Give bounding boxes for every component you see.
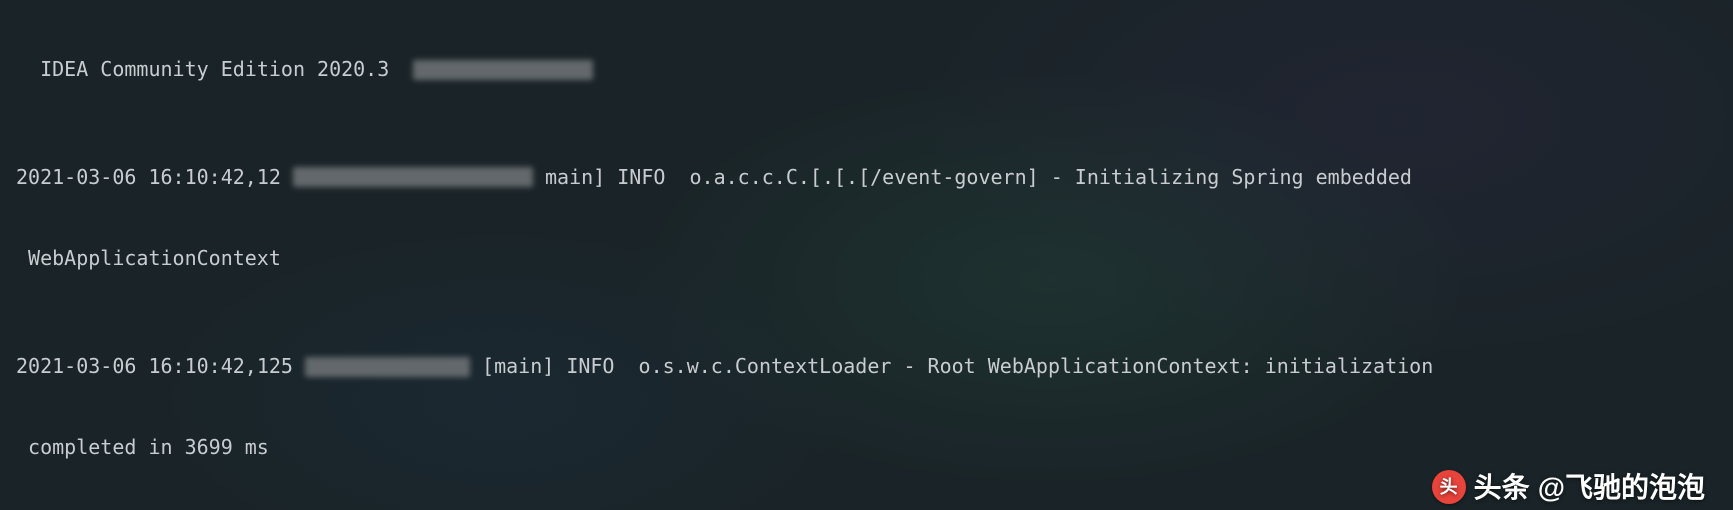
ide-title-fragment: IDEA Community Edition 2020.3 <box>16 56 1717 83</box>
log-text: 2021-03-06 16:10:42,12 <box>16 165 281 189</box>
title-text: IDEA Community Edition 2020.3 <box>40 57 389 81</box>
redacted-block <box>413 60 593 80</box>
log-line-continuation: completed in 3699 ms <box>16 434 1717 461</box>
log-text: main] INFO o.a.c.c.C.[.[.[/event-govern]… <box>545 165 1412 189</box>
redacted-block <box>293 167 533 187</box>
console-output: IDEA Community Edition 2020.3 2021-03-06… <box>0 0 1733 510</box>
redacted-block <box>305 357 470 377</box>
log-line: 2021-03-06 16:10:42,12 main] INFO o.a.c.… <box>16 164 1717 191</box>
log-text: [main] INFO o.s.w.c.ContextLoader - Root… <box>470 354 1433 378</box>
log-line: 2021-03-06 16:10:42,125 [main] INFO o.s.… <box>16 353 1717 380</box>
log-text: 2021-03-06 16:10:42,125 <box>16 354 305 378</box>
log-line-continuation: WebApplicationContext <box>16 245 1717 272</box>
